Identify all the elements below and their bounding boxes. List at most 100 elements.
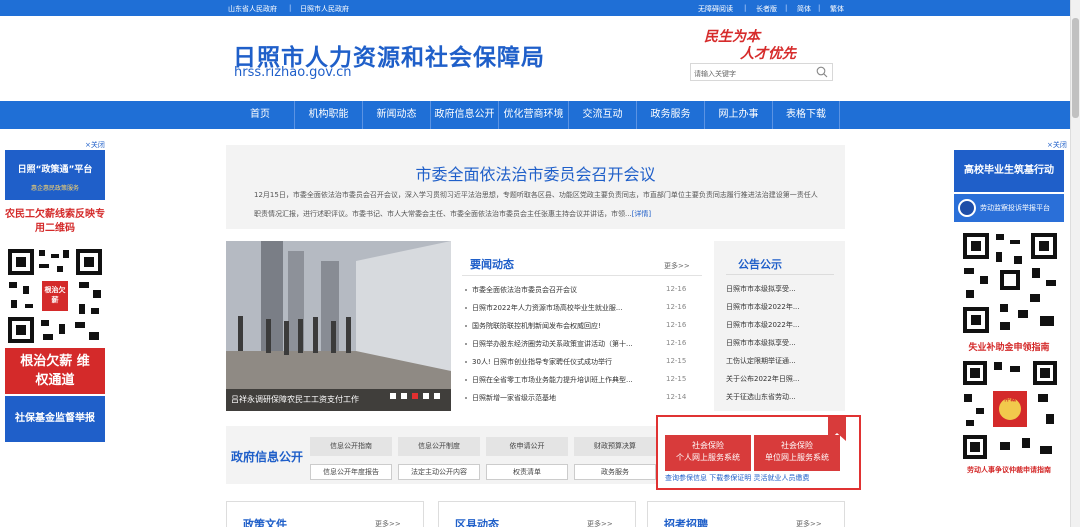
gov-info-label[interactable]: 政府信息公开	[231, 448, 303, 465]
photo-carousel[interactable]: 吕祥永调研保障农民工工资支付工作	[226, 241, 451, 411]
news-item[interactable]: 市委全面依法治市委员会召开会议 12-16	[462, 282, 702, 298]
search-placeholder: 请输入关键字	[694, 70, 736, 78]
carousel-dot[interactable]	[434, 393, 440, 399]
carousel-dot[interactable]	[390, 393, 396, 399]
notice-item[interactable]: 日照市市本级拟享受...	[726, 284, 841, 294]
arbitration-badge: 仲裁	[1003, 396, 1016, 403]
gov-btn-powers[interactable]: 权责清单	[486, 464, 568, 480]
nav-gov-service[interactable]: 政务服务	[636, 101, 704, 129]
unit-service-line2: 单位网上服务系统	[765, 453, 829, 462]
nav-online-service[interactable]: 网上办事	[704, 101, 772, 129]
headline-banner: 市委全面依法治市委员会召开会议 12月15日，市委全面依法治市委员会召开会议，深…	[226, 145, 845, 229]
divider	[726, 274, 834, 275]
slogan-line2: 人才优先	[740, 46, 796, 62]
nav-forms[interactable]: 表格下载	[772, 101, 840, 129]
graduate-banner[interactable]: 高校毕业生筑基行动	[954, 150, 1064, 192]
gov-btn-apply[interactable]: 依申请公开	[486, 437, 568, 456]
site-url: hrss.rizhao.gov.cn	[234, 65, 352, 80]
gov-btn-budget[interactable]: 财政预算决算	[574, 437, 656, 456]
nav-business-env[interactable]: 优化营商环境	[498, 101, 568, 129]
right-ad-close[interactable]: ×关闭	[1047, 140, 1067, 150]
divider	[462, 275, 702, 276]
wage-qr-title: 农民工欠薪线索反映专用二维码	[5, 209, 105, 234]
search-input[interactable]: 请输入关键字	[690, 63, 833, 81]
qr-stamp-label: 根治欠薪	[44, 286, 66, 304]
notice-item[interactable]: 日照市市本级2022年...	[726, 320, 841, 330]
policy-platform-banner[interactable]: 日照“政策通”平台 惠企惠民政策服务	[5, 150, 105, 200]
news-item[interactable]: 日照在全省零工市场业务能力提升培训班上作典型... 12-15	[462, 372, 702, 388]
nav-home[interactable]: 首页	[226, 101, 294, 129]
divider: |	[289, 4, 292, 12]
notice-item[interactable]: 关于征选山东省劳动...	[726, 392, 841, 402]
county-more-link[interactable]: 更多>>	[587, 519, 613, 527]
news-title[interactable]: 要闻动态	[470, 256, 514, 272]
policy-platform-title: 日照“政策通”平台	[17, 165, 93, 175]
social-quick-links[interactable]: 查询参保信息 下载参保证明 灵活就业人员缴费	[665, 473, 855, 483]
detail-link[interactable]: [详情]	[632, 210, 651, 218]
gov-btn-service[interactable]: 政务服务	[574, 464, 656, 480]
labor-complaint-banner[interactable]: 劳动监察投诉举报平台	[954, 194, 1064, 222]
news-more-link[interactable]: 更多>>	[664, 261, 690, 271]
scrollbar-thumb[interactable]	[1072, 18, 1079, 118]
divider: |	[785, 4, 788, 12]
wage-rights-banner[interactable]: 根治欠薪 维权通道	[5, 348, 105, 394]
personal-service-button[interactable]: 社会保险 个人网上服务系统	[665, 435, 751, 471]
scrollbar[interactable]	[1070, 0, 1080, 527]
notice-item[interactable]: 关于公布2022年日照...	[726, 374, 841, 384]
news-item[interactable]: 日照市2022年人力资源市场高校毕业生就业服... 12-16	[462, 300, 702, 316]
nav-gov-info[interactable]: 政府信息公开	[430, 101, 498, 129]
county-section: 区县动态 更多>>	[438, 501, 636, 527]
qr-code-icon[interactable]	[960, 230, 1060, 336]
left-ad-close[interactable]: ×关闭	[85, 140, 105, 150]
qr-code-icon[interactable]	[960, 358, 1060, 462]
news-item[interactable]: 30人! 日照市创业指导专家聘任仪式成功举行 12-15	[462, 354, 702, 370]
carousel-dot-active[interactable]	[412, 393, 418, 399]
left-ad: 日照“政策通”平台 惠企惠民政策服务 农民工欠薪线索反映专用二维码 根治欠薪 根…	[5, 150, 105, 442]
carousel-dot[interactable]	[401, 393, 407, 399]
news-item[interactable]: 日照新增一家省级示范基地 12-14	[462, 390, 702, 406]
link-elder-version[interactable]: 长者版	[756, 4, 777, 14]
link-simplified[interactable]: 简体	[797, 4, 811, 14]
divider: |	[818, 4, 821, 12]
county-section-title[interactable]: 区县动态	[455, 516, 499, 527]
gov-btn-system[interactable]: 信息公开制度	[398, 437, 480, 456]
gov-btn-statutory[interactable]: 法定主动公开内容	[398, 464, 480, 480]
social-insurance-box: 社会保险 个人网上服务系统 社会保险 单位网上服务系统 查询参保信息 下载参保证…	[656, 415, 861, 490]
labor-complaint-label: 劳动监察投诉举报平台	[980, 204, 1050, 212]
fund-report-banner[interactable]: 社保基金监督举报	[5, 396, 105, 442]
divider: |	[744, 4, 747, 12]
dispute-guide-label[interactable]: 劳动人事争议仲裁申请指南	[954, 465, 1064, 475]
recruit-section-title[interactable]: 招考招聘	[664, 516, 708, 527]
personal-service-line1: 社会保险	[692, 441, 724, 450]
news-item[interactable]: 国务院联防联控机制新闻发布会权威回应! 12-16	[462, 318, 702, 334]
unit-service-line1: 社会保险	[781, 441, 813, 450]
nav-institution[interactable]: 机构职能	[294, 101, 362, 129]
nav-interaction[interactable]: 交流互动	[568, 101, 636, 129]
policy-section: 政策文件 更多>>	[226, 501, 424, 527]
notice-item[interactable]: 工伤认定限期举证通...	[726, 356, 841, 366]
policy-section-title[interactable]: 政策文件	[243, 516, 287, 527]
gov-btn-annual-report[interactable]: 信息公开年度报告	[310, 464, 392, 480]
news-item[interactable]: 日照举办股东经济圈劳动关系政策宣讲活动（第十... 12-16	[462, 336, 702, 352]
link-shandong-gov[interactable]: 山东省人民政府	[228, 4, 277, 14]
gov-btn-guide[interactable]: 信息公开指南	[310, 437, 392, 456]
notice-item[interactable]: 日照市市本级拟享受...	[726, 338, 841, 348]
headline-summary: 12月15日，市委全面依法治市委员会召开会议，深入学习贯彻习近平法治思想，专题听…	[254, 191, 818, 218]
link-rizhao-gov[interactable]: 日照市人民政府	[300, 4, 349, 14]
personal-service-line2: 个人网上服务系统	[676, 453, 740, 462]
wage-qr-code[interactable]: 根治欠薪	[5, 246, 105, 346]
headline-title[interactable]: 市委全面依法治市委员会召开会议	[226, 161, 845, 185]
link-accessibility[interactable]: 无障碍阅读	[698, 4, 733, 14]
emblem-icon	[958, 199, 976, 217]
policy-more-link[interactable]: 更多>>	[375, 519, 401, 527]
policy-platform-sub: 惠企惠民政策服务	[30, 185, 79, 192]
notice-item[interactable]: 日照市市本级2022年...	[726, 302, 841, 312]
nav-news[interactable]: 新闻动态	[362, 101, 430, 129]
subsidy-guide-label[interactable]: 失业补助金申领指南	[954, 340, 1064, 353]
search-icon[interactable]	[816, 66, 828, 78]
recruit-more-link[interactable]: 更多>>	[796, 519, 822, 527]
notice-title[interactable]: 公告公示	[738, 256, 782, 272]
link-traditional[interactable]: 繁体	[830, 4, 844, 14]
carousel-dot[interactable]	[423, 393, 429, 399]
top-bar: 山东省人民政府 | 日照市人民政府 无障碍阅读 | 长者版 | 简体 | 繁体	[0, 0, 1080, 16]
